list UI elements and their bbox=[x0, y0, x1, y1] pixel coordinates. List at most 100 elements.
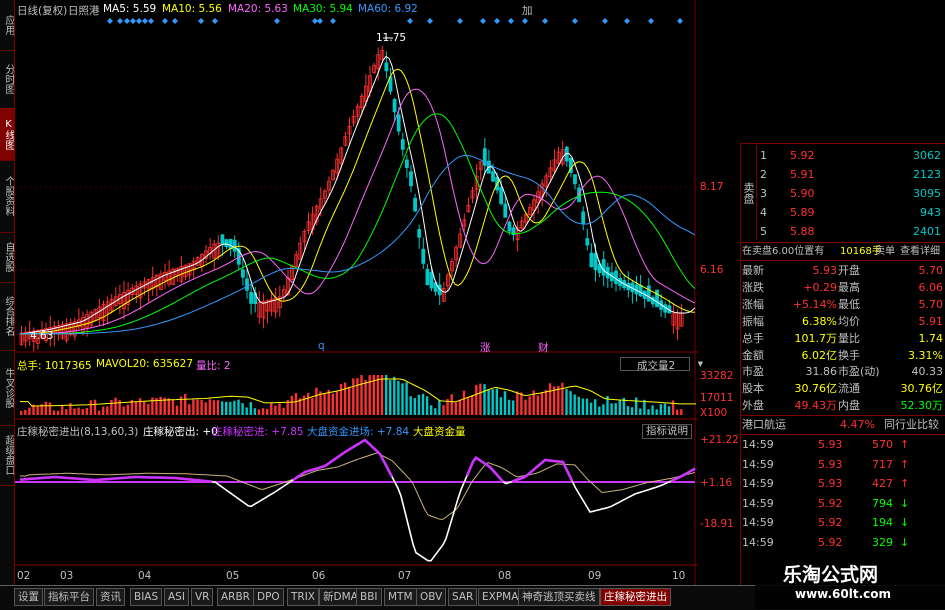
volume-bar bbox=[516, 391, 519, 415]
left-nav-tab-4[interactable]: 自选股 bbox=[0, 232, 14, 283]
quote-row: 涨跌 +0.29 最高 6.06 bbox=[740, 280, 945, 296]
indicator-tab[interactable]: 指标平台 bbox=[44, 588, 94, 606]
indicator-tab[interactable]: ASI bbox=[164, 588, 189, 606]
left-nav-tab-7[interactable]: 超级盘口 bbox=[0, 425, 14, 486]
arrow-up-icon: ↑ bbox=[900, 438, 910, 451]
indicator-tab[interactable]: BIAS bbox=[130, 588, 163, 606]
signal-diamond-icon bbox=[602, 18, 608, 24]
volume-bar bbox=[126, 404, 129, 415]
volume: 2401 bbox=[913, 225, 941, 238]
signal-diamond-icon bbox=[274, 18, 280, 24]
event-marker-cai[interactable]: 财 bbox=[538, 340, 549, 355]
stock-name: 日照港 bbox=[68, 5, 100, 17]
volume-bar bbox=[389, 380, 392, 415]
indicator-help-button[interactable]: 指标说明 bbox=[642, 424, 692, 439]
volume-bar bbox=[56, 410, 60, 415]
indicator-tab[interactable]: ARBR bbox=[217, 588, 254, 606]
volume-bar bbox=[233, 400, 236, 415]
chart-svg bbox=[15, 0, 698, 585]
volume-bar bbox=[307, 392, 310, 415]
volume-bar bbox=[589, 402, 593, 415]
volume-bar bbox=[192, 399, 195, 415]
left-nav-tab-2[interactable]: K线图 bbox=[0, 108, 14, 161]
volume: 3062 bbox=[913, 149, 941, 162]
volume-bar bbox=[503, 391, 507, 415]
order-book-sell-row[interactable]: 4 5.89 943 bbox=[740, 205, 945, 221]
volume-bar bbox=[655, 409, 658, 415]
indicator-tab[interactable]: VR bbox=[191, 588, 214, 606]
level: 2 bbox=[760, 168, 767, 181]
left-nav-tab-5[interactable]: 综合排名 bbox=[0, 282, 14, 351]
industry-compare-button[interactable]: 同行业比较 bbox=[884, 417, 939, 433]
period-label[interactable]: 日线(复权) bbox=[17, 3, 67, 18]
volume-bar bbox=[278, 403, 281, 415]
tick-time: 14:59 bbox=[742, 477, 774, 490]
volume-bar bbox=[565, 389, 568, 415]
quote-row: 涨幅 +5.14% 最低 5.70 bbox=[740, 297, 945, 313]
ma5-label: MA5: 5.59 bbox=[103, 3, 157, 15]
quote-key: 均价 bbox=[838, 314, 860, 328]
order-book-sell-row[interactable]: 5 5.88 2401 bbox=[740, 224, 945, 240]
indicator-tab[interactable]: MTM bbox=[384, 588, 417, 606]
indicator-tab[interactable]: DPO bbox=[253, 588, 284, 606]
tick-price: 5.92 bbox=[818, 496, 843, 510]
volume-selector[interactable]: 成交量2 ▾ bbox=[620, 357, 703, 372]
add-button[interactable]: 加 bbox=[522, 3, 533, 18]
volume-bar bbox=[421, 393, 425, 415]
quote-key: 开盘 bbox=[838, 264, 860, 277]
volume-bar bbox=[475, 384, 478, 415]
volume-bar bbox=[483, 384, 486, 415]
volume-bar bbox=[237, 399, 240, 415]
candle-body bbox=[601, 259, 606, 276]
watermark-url: www.60lt.com bbox=[795, 587, 892, 601]
indicator-tab[interactable]: SAR bbox=[448, 588, 478, 606]
quote-key: 涨跌 bbox=[742, 280, 764, 294]
volume-bar bbox=[569, 391, 572, 415]
indicator-tab[interactable]: TRIX bbox=[287, 588, 319, 606]
candle-body bbox=[417, 229, 422, 238]
indicator-tab[interactable]: 设置 bbox=[14, 588, 43, 606]
left-nav-tab-0[interactable]: 应用 bbox=[0, 0, 14, 51]
sector-name[interactable]: 港口航运 bbox=[742, 417, 786, 433]
volume-bar bbox=[667, 406, 671, 415]
volume-bar bbox=[208, 399, 211, 415]
indicator-axis-1: +21.22 bbox=[700, 434, 739, 446]
quote-value: 5.93 bbox=[812, 264, 838, 277]
event-marker-q[interactable]: q bbox=[318, 340, 325, 352]
signal-diamond-icon bbox=[212, 18, 218, 24]
quote-key: 涨幅 bbox=[742, 297, 764, 311]
indicator-tab[interactable]: BBI bbox=[356, 588, 382, 606]
volume-bar bbox=[454, 402, 457, 415]
volume-total: 总手: 1017365 bbox=[17, 360, 92, 372]
left-vertical-nav: 应用 分时图 K线图 个股资料 自选股 综合排名 牛叉诊股 超级盘口 bbox=[0, 0, 15, 609]
volume-bar bbox=[413, 398, 416, 415]
tick-volume: 427 bbox=[872, 477, 893, 490]
divider bbox=[740, 242, 945, 243]
indicator-tab[interactable]: EXPMA bbox=[478, 588, 523, 606]
volume-bar bbox=[138, 398, 142, 415]
order-book-sell-row[interactable]: 3 5.90 3095 bbox=[740, 186, 945, 202]
order-book-sell-row[interactable]: 2 5.91 2123 bbox=[740, 167, 945, 183]
indicator-tab[interactable]: 资讯 bbox=[96, 588, 125, 606]
indicator-tab[interactable]: OBV bbox=[416, 588, 447, 606]
volume-bar bbox=[331, 393, 334, 415]
chart-area bbox=[15, 0, 698, 585]
event-marker-zhang[interactable]: 涨 bbox=[480, 340, 491, 355]
view-detail-link[interactable]: 查看详细 bbox=[900, 244, 940, 260]
indicator-value-volume: 大盘资金量 bbox=[413, 426, 466, 438]
left-nav-tab-1[interactable]: 分时图 bbox=[0, 50, 14, 109]
fund-in-line bbox=[19, 438, 696, 483]
ma30-label: MA30: 5.94 bbox=[293, 3, 353, 15]
quote-value: 1.74 bbox=[918, 331, 944, 345]
indicator-tab[interactable]: 庄稼秘密进出 bbox=[600, 588, 671, 606]
candle-body bbox=[573, 174, 577, 185]
left-nav-tab-3[interactable]: 个股资料 bbox=[0, 160, 14, 233]
indicator-tab[interactable]: 神奇逃顶买卖线 bbox=[518, 588, 600, 606]
order-book-sell-row[interactable]: 1 5.92 3062 bbox=[740, 148, 945, 164]
volume-bar bbox=[61, 404, 64, 415]
sector-row[interactable]: 港口航运 4.47% 同行业比较 bbox=[740, 417, 945, 433]
volume-bar bbox=[159, 396, 162, 415]
volume-bar bbox=[315, 387, 318, 415]
tick-row: 14:59 5.92 329 ↓ bbox=[740, 535, 945, 551]
left-nav-tab-6[interactable]: 牛叉诊股 bbox=[0, 350, 14, 426]
